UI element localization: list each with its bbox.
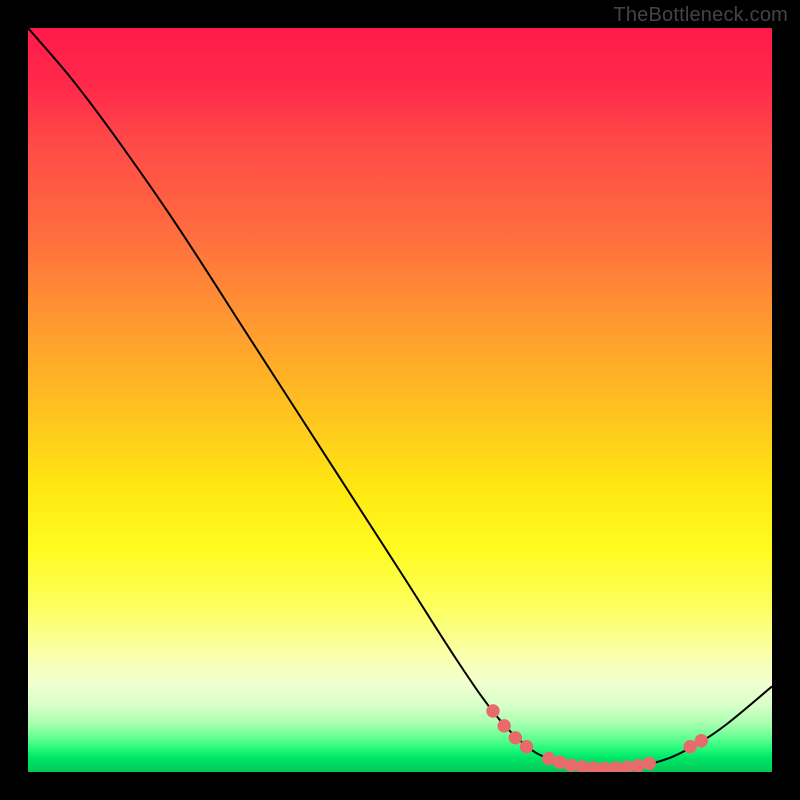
marker-dots-group (486, 704, 708, 772)
marker-dot (520, 740, 533, 753)
chart-svg (28, 28, 772, 772)
marker-dot (509, 731, 522, 744)
marker-dot (695, 734, 708, 747)
bottleneck-curve (28, 28, 772, 768)
marker-dot (643, 757, 656, 770)
chart-plot-area (28, 28, 772, 772)
marker-dot (631, 759, 644, 772)
marker-dot (497, 719, 510, 732)
watermark-text: TheBottleneck.com (613, 4, 788, 27)
marker-dot (576, 760, 589, 772)
marker-dot (486, 704, 499, 717)
